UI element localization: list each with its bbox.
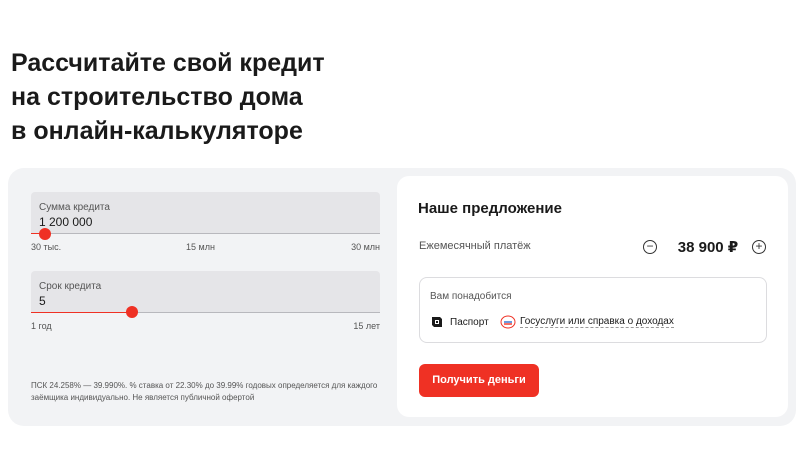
passport-icon bbox=[430, 315, 444, 329]
term-value[interactable]: 5 bbox=[39, 294, 46, 308]
term-slider-track[interactable] bbox=[31, 312, 380, 313]
document-passport: Паспорт bbox=[430, 315, 489, 329]
term-min-label: 1 год bbox=[31, 321, 52, 331]
term-label: Срок кредита bbox=[39, 281, 102, 292]
monthly-payment-label: Ежемесячный платёж bbox=[419, 240, 531, 252]
amount-slider-thumb[interactable] bbox=[38, 228, 51, 240]
amount-label: Сумма кредита bbox=[39, 202, 110, 213]
gosuslugi-icon bbox=[500, 315, 516, 329]
increase-payment-button[interactable]: + bbox=[752, 240, 766, 254]
document-gosuslugi[interactable]: Госуслуги или справка о доходах bbox=[500, 315, 674, 329]
term-field[interactable]: Срок кредита 5 bbox=[31, 271, 380, 312]
amount-field[interactable]: Сумма кредита 1 200 000 bbox=[31, 192, 380, 233]
required-documents-label: Вам понадобится bbox=[430, 291, 512, 302]
page-title-line-1: Рассчитайте свой кредит bbox=[11, 49, 325, 77]
amount-value[interactable]: 1 200 000 bbox=[39, 215, 92, 229]
page-title-line-2: на строительство дома bbox=[11, 83, 303, 111]
disclaimer-text: ПСК 24.258% — 39.990%. % ставка от 22.30… bbox=[31, 381, 378, 402]
term-max-label: 15 лет bbox=[353, 321, 380, 331]
required-documents-box bbox=[419, 277, 767, 343]
get-money-button[interactable]: Получить деньги bbox=[419, 364, 539, 397]
amount-min-label: 30 тыс. bbox=[31, 242, 62, 252]
amount-slider-track[interactable] bbox=[31, 233, 380, 234]
monthly-payment-amount: 38 900 ₽ bbox=[677, 239, 739, 256]
amount-mid-label: 15 млн bbox=[186, 242, 215, 252]
page-title: Рассчитайте свой кредит на строительство… bbox=[11, 46, 325, 148]
document-gosuslugi-link[interactable]: Госуслуги или справка о доходах bbox=[520, 316, 674, 328]
offer-title: Наше предложение bbox=[418, 200, 562, 217]
term-slider-fill bbox=[31, 312, 133, 313]
document-passport-label: Паспорт bbox=[450, 316, 489, 328]
decrease-payment-button[interactable]: − bbox=[643, 240, 657, 254]
page-title-line-3: в онлайн-калькуляторе bbox=[11, 117, 303, 145]
amount-max-label: 30 млн bbox=[351, 242, 380, 252]
